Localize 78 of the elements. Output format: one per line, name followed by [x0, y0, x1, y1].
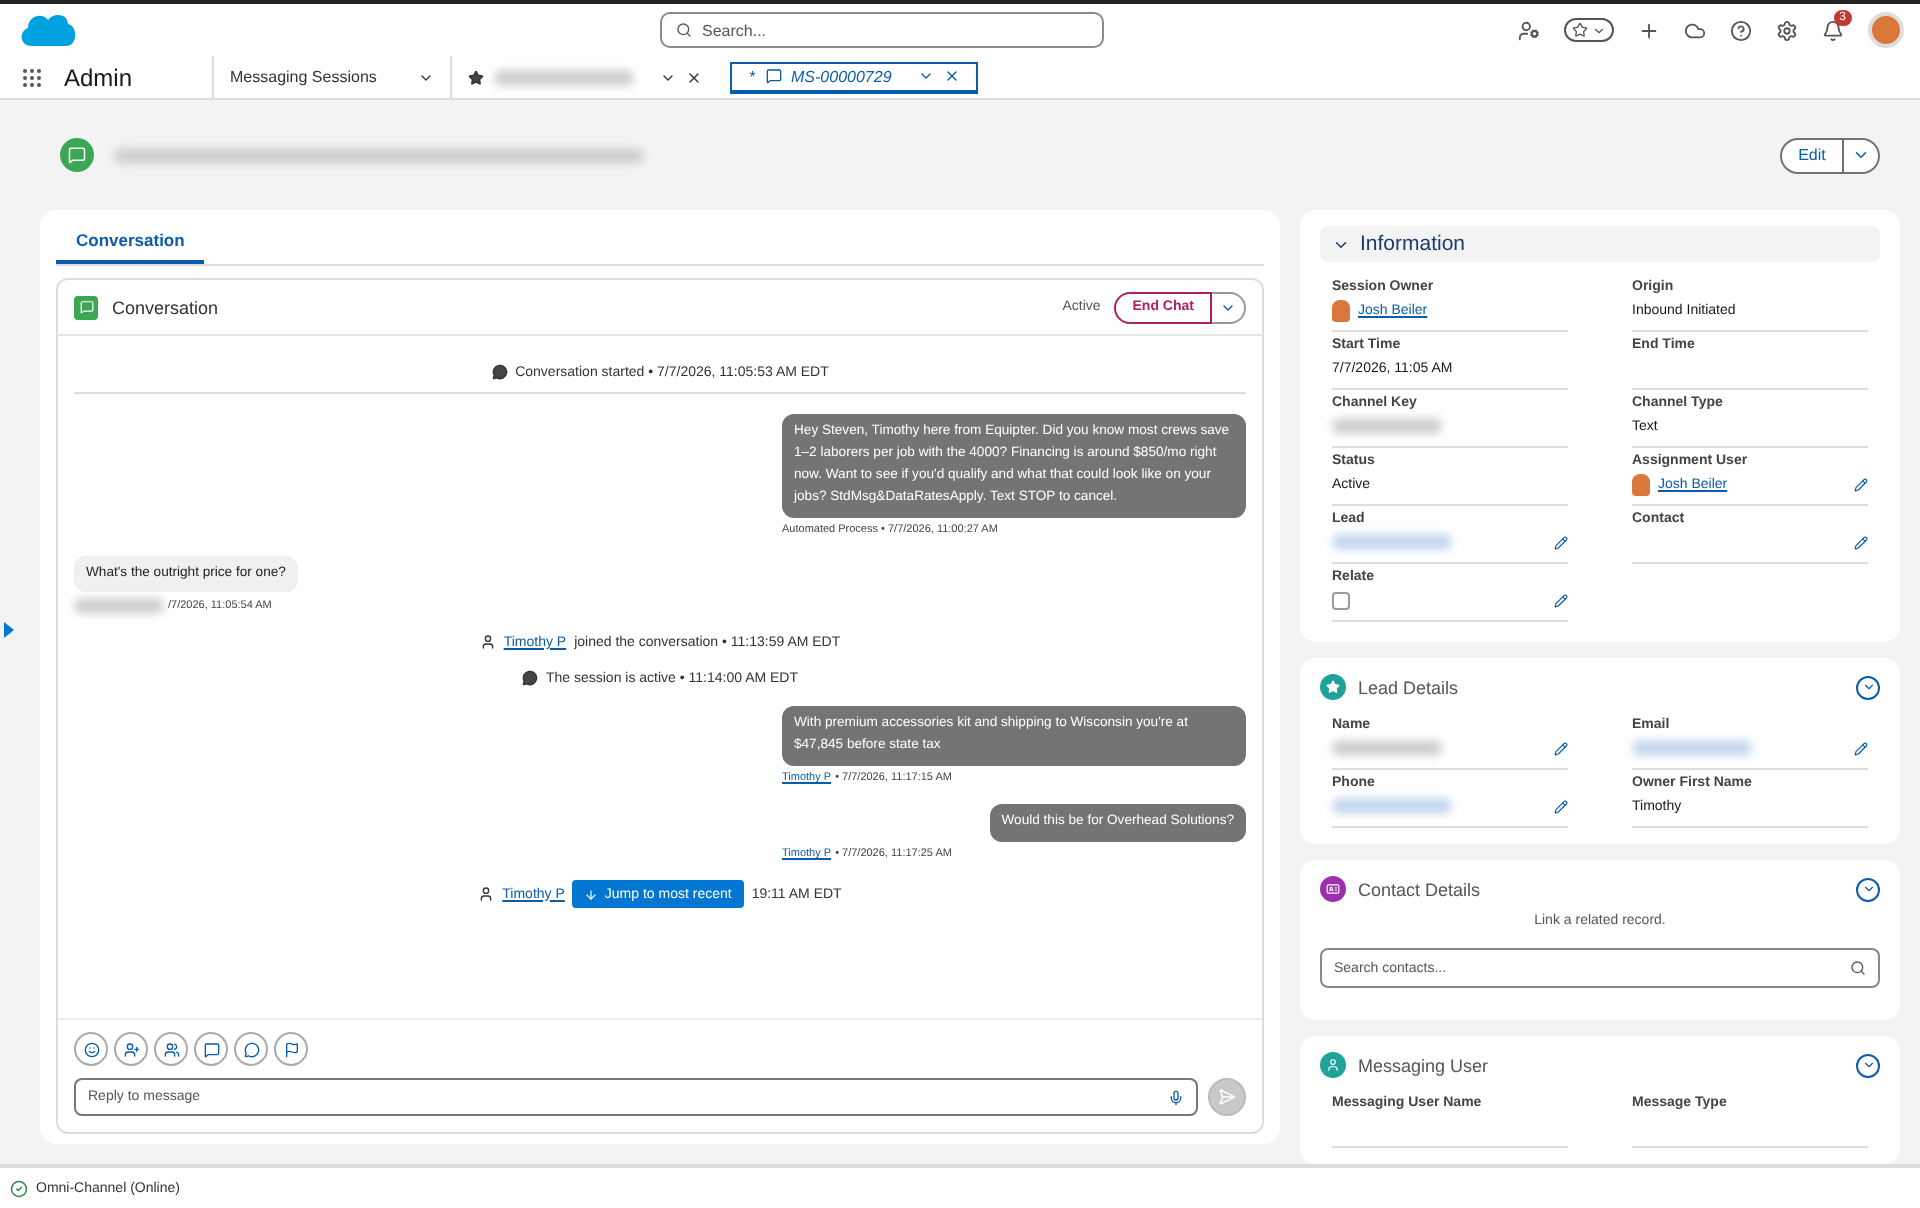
checkbox[interactable] — [1332, 591, 1350, 609]
close-icon[interactable] — [686, 69, 703, 85]
edit-icon[interactable] — [1554, 593, 1568, 607]
search-icon — [676, 22, 692, 38]
caret-icon — [1861, 882, 1875, 896]
user-avatar-icon — [1632, 474, 1650, 496]
workspace-tab[interactable]: * MS-00000729 — [730, 61, 978, 93]
redacted-value — [1332, 418, 1442, 434]
section-title: Lead Details — [1358, 677, 1459, 697]
edit-icon[interactable] — [1554, 535, 1568, 549]
user-icon — [1320, 1052, 1346, 1078]
settings-icon[interactable] — [1776, 19, 1798, 41]
collapse-button[interactable] — [1856, 1053, 1880, 1077]
redacted-value — [1632, 740, 1752, 756]
person-icon — [478, 886, 495, 902]
online-status-icon — [10, 1179, 28, 1197]
edit-icon[interactable] — [1854, 741, 1868, 755]
smiley-icon — [83, 1041, 99, 1057]
chat-bubble-button[interactable] — [234, 1032, 268, 1066]
information-header[interactable]: Information — [1320, 226, 1880, 262]
edit-icon[interactable] — [1554, 741, 1568, 755]
section-title: Contact Details — [1358, 879, 1481, 899]
edit-icon[interactable] — [1854, 478, 1868, 492]
app-name: Admin — [64, 63, 133, 91]
edit-icon[interactable] — [1854, 535, 1868, 549]
microphone-icon[interactable] — [1168, 1089, 1184, 1105]
workspace-tab[interactable]: Messaging Sessions — [212, 55, 451, 99]
add-person-icon — [123, 1041, 139, 1057]
person-icon — [479, 634, 496, 651]
collapse-button[interactable] — [1856, 877, 1880, 901]
expand-panel-icon[interactable] — [4, 622, 14, 638]
help-icon[interactable] — [1730, 19, 1752, 41]
conversation-tab[interactable]: Conversation — [56, 220, 205, 264]
section-title: Messaging User — [1358, 1055, 1489, 1075]
end-chat-menu-button[interactable] — [1212, 291, 1246, 323]
add-icon[interactable] — [1638, 19, 1660, 41]
message-square-button[interactable] — [194, 1032, 228, 1066]
user-avatar-icon — [1332, 300, 1350, 322]
flag-icon — [283, 1041, 299, 1057]
add-person-button[interactable] — [114, 1032, 148, 1066]
redacted-value — [1332, 740, 1442, 756]
star-icon — [1572, 22, 1588, 38]
smiley-icon-button[interactable] — [74, 1032, 108, 1066]
redacted-value — [1332, 534, 1452, 550]
message-icon — [765, 68, 782, 84]
chat-bubble-icon — [243, 1041, 259, 1057]
caret-icon — [1592, 23, 1606, 37]
caret-icon[interactable] — [917, 68, 934, 84]
search-field[interactable]: Search... — [660, 12, 1104, 48]
star-icon — [468, 69, 485, 85]
app-launcher-icon[interactable] — [20, 65, 44, 89]
sms-record-icon — [60, 138, 94, 172]
caret-icon — [1852, 146, 1870, 164]
user-avatar[interactable] — [1868, 12, 1904, 48]
collapse-button[interactable] — [1856, 675, 1880, 699]
caret-icon — [1861, 680, 1875, 694]
conversation-title: Conversation — [112, 297, 219, 317]
notifications-icon[interactable] — [1822, 19, 1844, 41]
redacted-value — [1332, 798, 1452, 814]
search-icon — [1850, 960, 1866, 976]
contact-card-icon — [1320, 876, 1346, 902]
close-icon[interactable] — [943, 68, 960, 84]
lead-icon — [1320, 674, 1346, 700]
assistant-icon[interactable] — [1518, 19, 1540, 41]
cloud-icon[interactable] — [1684, 19, 1706, 41]
people-icon — [163, 1041, 179, 1057]
flag-button[interactable] — [274, 1032, 308, 1066]
conversation-icon — [74, 295, 98, 319]
caret-icon — [1861, 1058, 1875, 1072]
edit-button[interactable]: Edit — [1780, 137, 1844, 173]
chat-icon — [521, 670, 538, 687]
chat-icon — [491, 364, 508, 380]
edit-icon[interactable] — [1554, 799, 1568, 813]
more-actions-button[interactable] — [1844, 137, 1880, 173]
favorites-button[interactable] — [1564, 18, 1614, 42]
send-icon — [1218, 1088, 1236, 1106]
arrow-down-icon — [584, 887, 599, 901]
people-button[interactable] — [154, 1032, 188, 1066]
